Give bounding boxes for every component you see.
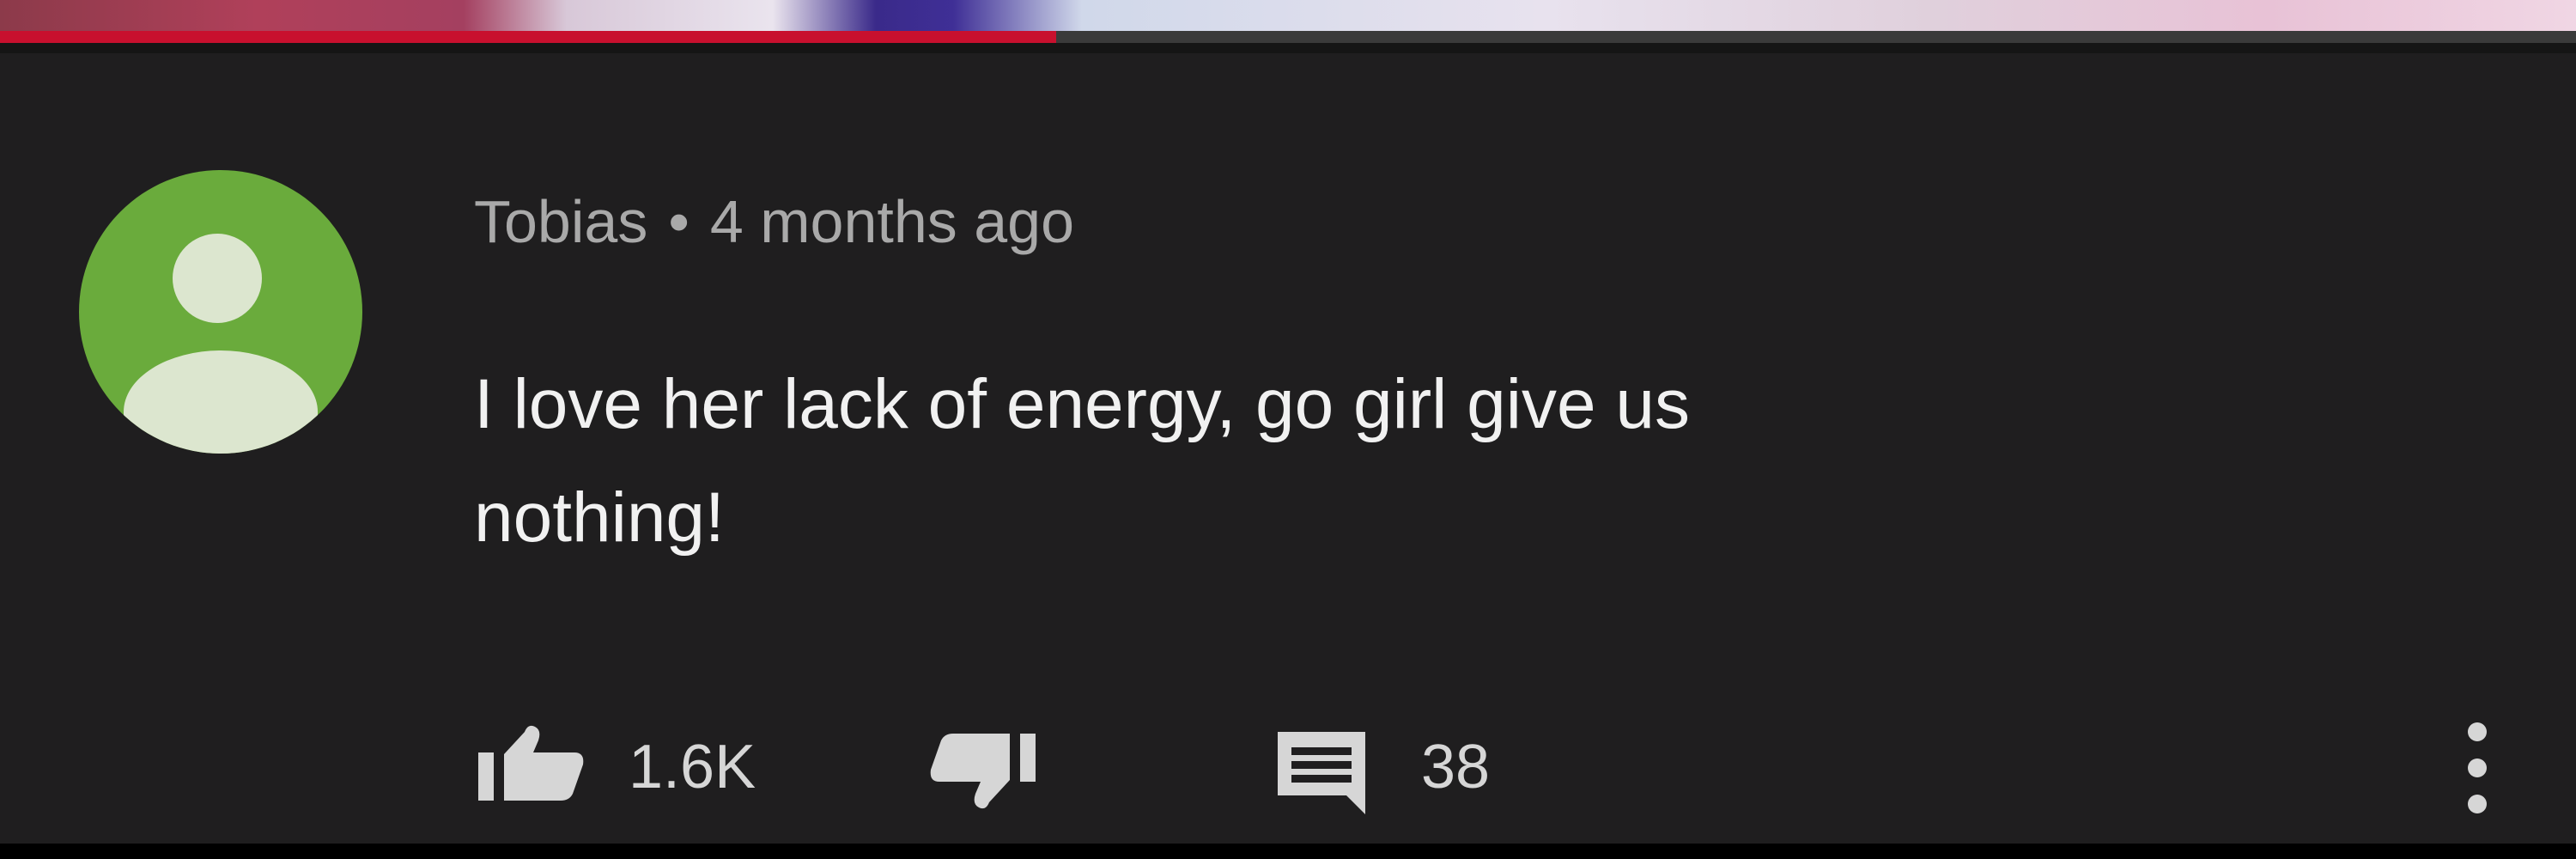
comment-screenshot: Tobias • 4 months ago I love her lack of… [0,0,2576,859]
comment-line-1: I love her lack of energy, go girl give … [474,365,1690,443]
comment-actions: 1.6K 38 [0,722,2576,814]
vertical-ellipsis-icon[interactable] [2456,715,2499,826]
comment-author[interactable]: Tobias [474,187,647,256]
video-progress-bar[interactable] [0,31,2576,43]
comment-body: I love her lack of energy, go girl give … [474,348,2363,575]
bottom-bar [0,844,2576,859]
comment-timestamp[interactable]: 4 months ago [710,187,1074,256]
thumbs-down-icon[interactable] [927,730,1039,813]
comment-reply-icon[interactable] [1274,728,1369,814]
thumbs-up-icon[interactable] [475,722,586,804]
comment-meta: Tobias • 4 months ago [474,187,1074,256]
default-user-avatar-icon[interactable] [79,170,362,454]
meta-separator: • [668,188,690,255]
video-thumbnail-strip[interactable] [0,0,2576,31]
divider [0,43,2576,53]
like-count: 1.6K [629,733,756,801]
comment-line-2: nothing! [474,478,725,557]
video-progress-fill [0,31,1056,43]
avatar-body-shape [124,350,318,454]
avatar-head-shape [173,234,262,323]
reply-count: 38 [1421,733,1491,801]
